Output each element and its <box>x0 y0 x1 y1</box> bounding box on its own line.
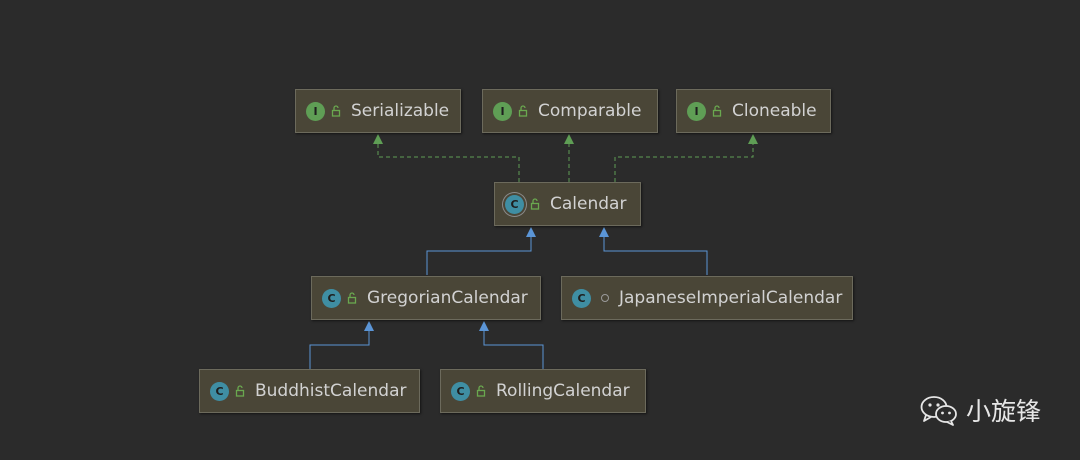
node-label: JapaneseImperialCalendar <box>619 288 843 308</box>
arrow-calendar-right <box>599 227 609 237</box>
interface-icon: I <box>306 101 325 121</box>
wechat-icon <box>920 396 957 426</box>
unlocked-public-icon <box>518 105 528 117</box>
node-label: Serializable <box>351 101 450 121</box>
gregorian-calendar-node[interactable]: C GregorianCalendar <box>311 276 541 320</box>
japanese-imperial-calendar-node[interactable]: C JapaneseImperialCalendar <box>561 276 853 320</box>
interface-icon: I <box>687 101 706 121</box>
rolling-calendar-node[interactable]: C RollingCalendar <box>440 369 646 413</box>
node-label: GregorianCalendar <box>367 288 528 308</box>
class-icon: C <box>572 288 591 308</box>
edge-calendar-serializable <box>377 143 520 182</box>
unlocked-public-icon <box>235 385 245 397</box>
class-icon: C <box>322 288 341 308</box>
unlocked-public-icon <box>476 385 486 397</box>
watermark-text: 小旋锋 <box>966 397 1042 426</box>
serializable-node[interactable]: I Serializable <box>295 89 461 133</box>
arrow-serializable <box>373 134 383 144</box>
edge-calendar-cloneable <box>614 143 754 182</box>
implements-edges <box>377 143 754 182</box>
edge-gregorian-calendar <box>426 236 532 275</box>
abstract-class-icon: C <box>505 194 524 214</box>
class-icon: C <box>210 381 229 401</box>
comparable-node[interactable]: I Comparable <box>482 89 658 133</box>
edge-japanese-calendar <box>603 236 708 275</box>
arrow-comparable <box>564 134 574 144</box>
class-icon: C <box>451 381 470 401</box>
edge-buddhist-gregorian <box>309 330 370 369</box>
node-label: Comparable <box>538 101 642 121</box>
unlocked-public-icon <box>712 105 722 117</box>
buddhist-calendar-node[interactable]: C BuddhistCalendar <box>199 369 420 413</box>
arrow-gregorian-right <box>479 321 489 331</box>
cloneable-node[interactable]: I Cloneable <box>676 89 831 133</box>
node-label: BuddhistCalendar <box>255 381 407 401</box>
node-label: Cloneable <box>732 101 817 121</box>
edge-rolling-gregorian <box>483 330 544 369</box>
arrow-gregorian-left <box>364 321 374 331</box>
arrow-calendar-left <box>526 227 536 237</box>
unlocked-public-icon <box>530 198 540 210</box>
node-label: Calendar <box>550 194 627 214</box>
implements-arrowheads <box>373 134 758 144</box>
unlocked-public-icon <box>331 105 341 117</box>
watermark: 小旋锋 <box>920 392 1041 428</box>
arrow-cloneable <box>748 134 758 144</box>
interface-icon: I <box>493 101 512 121</box>
calendar-node[interactable]: C Calendar <box>494 182 641 226</box>
node-label: RollingCalendar <box>496 381 630 401</box>
unlocked-public-icon <box>347 292 357 304</box>
package-private-icon <box>601 294 609 302</box>
